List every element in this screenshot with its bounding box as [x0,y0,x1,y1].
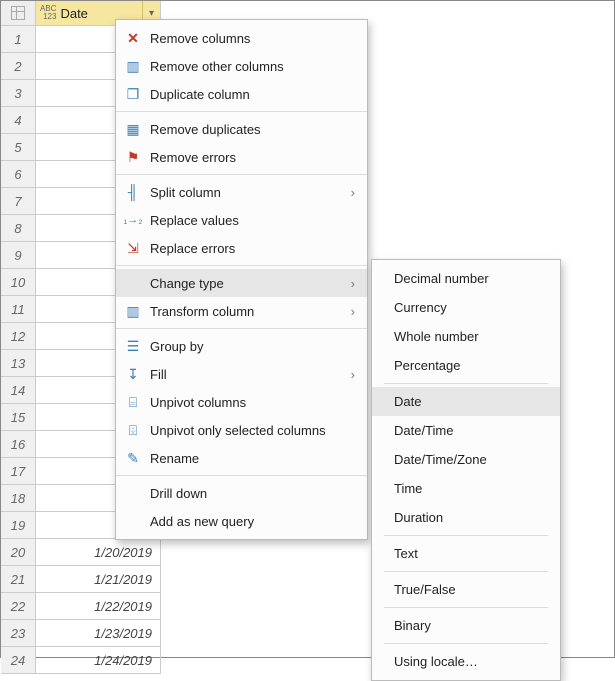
menu-separator [116,111,367,112]
unpivot-columns-icon [122,392,144,412]
menu-remove-columns[interactable]: Remove columns [116,24,367,52]
row-number-cell[interactable]: 8 [1,215,36,242]
row-number-cell[interactable]: 14 [1,377,36,404]
column-header-label: Date [60,1,87,26]
submenu-true-false[interactable]: True/False [372,575,560,604]
menu-remove-duplicates[interactable]: Remove duplicates [116,115,367,143]
remove-columns-icon [122,28,144,48]
duplicate-column-icon [122,84,144,104]
row-number-cell[interactable]: 4 [1,107,36,134]
column-context-menu: Remove columns Remove other columns Dupl… [115,19,368,540]
row-number-cell[interactable]: 22 [1,593,36,620]
menu-remove-errors[interactable]: Remove errors [116,143,367,171]
menu-separator [116,174,367,175]
row-number-cell[interactable]: 20 [1,539,36,566]
row-number-cell[interactable]: 10 [1,269,36,296]
date-cell[interactable]: 1/20/2019 [36,539,161,566]
chevron-right-icon: › [351,304,355,319]
menu-separator [384,571,548,572]
row-number-cell[interactable]: 7 [1,188,36,215]
row-number-cell[interactable]: 9 [1,242,36,269]
menu-duplicate-column[interactable]: Duplicate column [116,80,367,108]
menu-separator [384,607,548,608]
chevron-right-icon: › [351,367,355,382]
row-number-cell[interactable]: 17 [1,458,36,485]
menu-split-column[interactable]: Split column› [116,178,367,206]
row-number-cell[interactable]: 24 [1,647,36,674]
row-number-cell[interactable]: 15 [1,404,36,431]
submenu-date[interactable]: Date [372,387,560,416]
menu-transform-column[interactable]: Transform column› [116,297,367,325]
datatype-any-icon: ABC 123 [40,5,56,21]
menu-rename[interactable]: Rename [116,444,367,472]
row-number-cell[interactable]: 5 [1,134,36,161]
submenu-date-time[interactable]: Date/Time [372,416,560,445]
row-number-cell[interactable]: 1 [1,26,36,53]
rename-icon [122,448,144,468]
row-number-cell[interactable]: 3 [1,80,36,107]
menu-separator [116,265,367,266]
date-cell[interactable]: 1/23/2019 [36,620,161,647]
split-column-icon [122,182,144,202]
menu-separator [116,328,367,329]
remove-errors-icon [122,147,144,167]
submenu-using-locale[interactable]: Using locale… [372,647,560,676]
menu-unpivot-only-selected[interactable]: Unpivot only selected columns [116,416,367,444]
submenu-duration[interactable]: Duration [372,503,560,532]
select-all-cell[interactable] [1,1,36,26]
blank-icon [122,273,144,293]
submenu-currency[interactable]: Currency [372,293,560,322]
submenu-percentage[interactable]: Percentage [372,351,560,380]
fill-icon [122,364,144,384]
blank-icon [122,511,144,531]
submenu-whole-number[interactable]: Whole number [372,322,560,351]
menu-change-type[interactable]: Change type› [116,269,367,297]
date-cell[interactable]: 1/22/2019 [36,593,161,620]
remove-other-columns-icon [122,56,144,76]
submenu-binary[interactable]: Binary [372,611,560,640]
menu-add-as-new-query[interactable]: Add as new query [116,507,367,535]
row-number-cell[interactable]: 18 [1,485,36,512]
row-number-cell[interactable]: 2 [1,53,36,80]
remove-duplicates-icon [122,119,144,139]
menu-fill[interactable]: Fill› [116,360,367,388]
submenu-date-time-zone[interactable]: Date/Time/Zone [372,445,560,474]
date-cell[interactable]: 1/24/2019 [36,647,161,674]
menu-separator [116,475,367,476]
transform-column-icon [122,301,144,321]
submenu-decimal-number[interactable]: Decimal number [372,264,560,293]
chevron-right-icon: › [351,276,355,291]
replace-errors-icon [122,238,144,258]
row-number-cell[interactable]: 12 [1,323,36,350]
group-by-icon [122,336,144,356]
submenu-text[interactable]: Text [372,539,560,568]
row-number-cell[interactable]: 13 [1,350,36,377]
change-type-submenu: Decimal number Currency Whole number Per… [371,259,561,681]
chevron-right-icon: › [351,185,355,200]
unpivot-selected-icon [122,420,144,440]
row-number-cell[interactable]: 21 [1,566,36,593]
row-number-cell[interactable]: 19 [1,512,36,539]
row-number-cell[interactable]: 23 [1,620,36,647]
row-number-cell[interactable]: 6 [1,161,36,188]
menu-remove-other-columns[interactable]: Remove other columns [116,52,367,80]
menu-separator [384,383,548,384]
blank-icon [122,483,144,503]
replace-values-icon [122,210,144,230]
date-cell[interactable]: 1/21/2019 [36,566,161,593]
table-icon [11,6,25,20]
menu-replace-values[interactable]: Replace values [116,206,367,234]
menu-replace-errors[interactable]: Replace errors [116,234,367,262]
menu-separator [384,643,548,644]
row-number-cell[interactable]: 16 [1,431,36,458]
menu-drill-down[interactable]: Drill down [116,479,367,507]
menu-group-by[interactable]: Group by [116,332,367,360]
menu-separator [384,535,548,536]
submenu-time[interactable]: Time [372,474,560,503]
menu-unpivot-columns[interactable]: Unpivot columns [116,388,367,416]
row-number-cell[interactable]: 11 [1,296,36,323]
